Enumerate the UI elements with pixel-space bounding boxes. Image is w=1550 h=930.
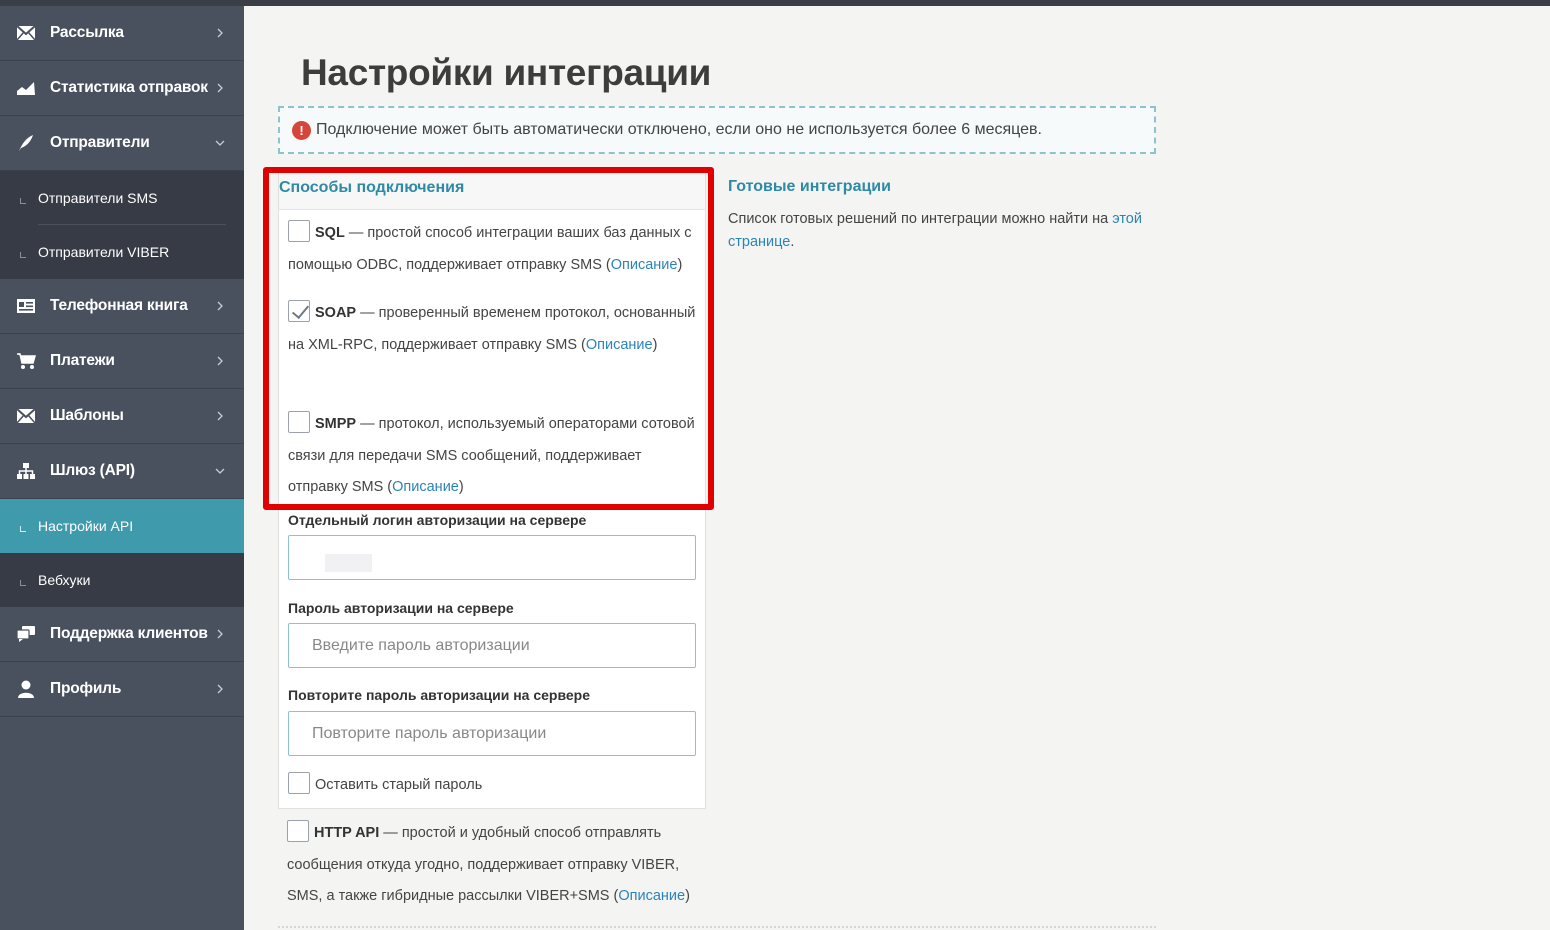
chevron-right-icon	[217, 301, 223, 311]
page-title: Настройки интеграции	[301, 52, 712, 93]
feather-icon	[19, 135, 33, 151]
option-smpp: SMPP — протокол, используемый операторам…	[288, 409, 698, 504]
sidebar-item-label: Профиль	[50, 680, 122, 697]
repeat-password-label: Повторите пароль авторизации на сервере	[288, 687, 590, 703]
chevron-right-icon	[217, 28, 223, 38]
option-http-api: HTTP API — простой и удобный способ отпр…	[287, 818, 697, 913]
sidebar-item-payments[interactable]: Платежи	[0, 334, 244, 389]
senders-submenu: Отправители SMS Отправители VIBER	[0, 171, 244, 279]
sidebar-subitem-label: Вебхуки	[38, 572, 91, 588]
login-label: Отдельный логин авторизации на сервере	[288, 512, 587, 528]
sidebar-item-api-settings[interactable]: Настройки API	[0, 499, 244, 553]
soap-checkbox[interactable]	[288, 300, 310, 322]
sidebar-item-label: Платежи	[50, 352, 115, 369]
sidebar-item-senders[interactable]: Отправители	[0, 116, 244, 171]
chevron-right-icon	[217, 629, 223, 639]
api-submenu: Настройки API Вебхуки	[0, 499, 244, 607]
ready-integrations-text: Список готовых решений по интеграции мож…	[728, 208, 1168, 254]
envelope-icon	[16, 25, 36, 41]
chevron-right-icon	[217, 684, 223, 694]
sidebar-item-label: Шаблоны	[50, 407, 124, 424]
keep-old-password-label: Оставить старый пароль	[315, 777, 483, 793]
ready-integrations-desc: Список готовых решений по интеграции мож…	[728, 211, 1113, 227]
sidebar-item-label: Шлюз (API)	[50, 462, 135, 479]
sql-checkbox[interactable]	[288, 220, 310, 242]
sidebar-item-label: Отправители	[50, 134, 150, 151]
chat-icon	[16, 626, 35, 642]
chevron-right-icon	[217, 356, 223, 366]
sidebar-item-stats[interactable]: Статистика отправок	[0, 61, 244, 116]
tree-line-icon	[20, 580, 26, 586]
sidebar-subitem-label: Отправители VIBER	[38, 244, 170, 260]
option-name: SOAP	[315, 305, 357, 321]
stats-chart-icon	[17, 82, 35, 95]
address-book-icon	[17, 299, 35, 313]
section-divider	[278, 926, 1156, 928]
sidebar-item-phonebook[interactable]: Телефонная книга	[0, 279, 244, 334]
smpp-description-link[interactable]: Описание	[392, 479, 459, 495]
panel-header: Способы подключения	[279, 173, 705, 210]
option-name: SMPP	[315, 416, 357, 432]
panel-title: Способы подключения	[279, 179, 465, 196]
paren-close: )	[677, 256, 683, 273]
tree-line-icon	[20, 526, 26, 532]
option-soap: SOAP — проверенный временем протокол, ос…	[288, 298, 698, 361]
keep-old-password: Оставить старый пароль	[288, 772, 482, 794]
period: .	[790, 234, 795, 250]
notice-text: Подключение может быть автоматически отк…	[316, 121, 1042, 138]
paren-close: )	[685, 888, 690, 904]
paren-close: )	[652, 336, 658, 353]
soap-description-link[interactable]: Описание	[586, 337, 653, 353]
option-name: SQL	[315, 225, 345, 241]
sidebar-item-label: Телефонная книга	[50, 297, 188, 314]
keep-old-password-checkbox[interactable]	[288, 772, 310, 794]
sidebar-subitem-label: Настройки API	[38, 518, 134, 534]
chevron-down-icon	[215, 468, 225, 474]
paren-close: )	[458, 479, 464, 495]
sidebar-subitem-label: Отправители SMS	[38, 190, 158, 206]
sidebar-item-templates[interactable]: Шаблоны	[0, 389, 244, 444]
sidebar-item-senders-sms[interactable]: Отправители SMS	[0, 171, 244, 225]
password-input[interactable]	[288, 623, 696, 668]
user-icon	[18, 680, 34, 698]
redacted-value	[325, 554, 372, 572]
cart-icon	[17, 353, 36, 369]
chevron-down-icon	[215, 140, 225, 146]
http-api-checkbox[interactable]	[287, 820, 309, 842]
sidebar-item-api-gateway[interactable]: Шлюз (API)	[0, 444, 244, 499]
notice-banner: ! Подключение может быть автоматически о…	[278, 106, 1156, 154]
sidebar-item-mailing[interactable]: Рассылка	[0, 6, 244, 61]
sidebar-item-senders-viber[interactable]: Отправители VIBER	[0, 225, 244, 279]
sidebar-item-label: Рассылка	[50, 24, 124, 41]
chevron-right-icon	[217, 411, 223, 421]
sidebar-item-profile[interactable]: Профиль	[0, 662, 244, 717]
http-description-link[interactable]: Описание	[618, 888, 685, 904]
option-sql: SQL — простой способ интеграции ваших ба…	[288, 218, 698, 281]
smpp-checkbox[interactable]	[288, 411, 310, 433]
warning-icon: !	[292, 120, 311, 140]
repeat-password-input[interactable]	[288, 711, 696, 756]
sitemap-icon	[17, 463, 35, 479]
chevron-right-icon	[217, 83, 223, 93]
envelope-icon	[16, 408, 36, 424]
sidebar-item-webhooks[interactable]: Вебхуки	[0, 553, 244, 607]
ready-integrations-title: Готовые интеграции	[728, 178, 891, 195]
option-name: HTTP API	[314, 825, 380, 841]
sidebar: Рассылка Статистика отправок Отправители…	[0, 6, 244, 930]
tree-line-icon	[20, 252, 26, 258]
sidebar-item-label: Поддержка клиентов	[50, 625, 208, 642]
sql-description-link[interactable]: Описание	[611, 257, 678, 273]
password-label: Пароль авторизации на сервере	[288, 600, 514, 616]
tree-line-icon	[20, 198, 26, 204]
sidebar-item-label: Статистика отправок	[50, 79, 208, 96]
sidebar-item-support[interactable]: Поддержка клиентов	[0, 607, 244, 662]
